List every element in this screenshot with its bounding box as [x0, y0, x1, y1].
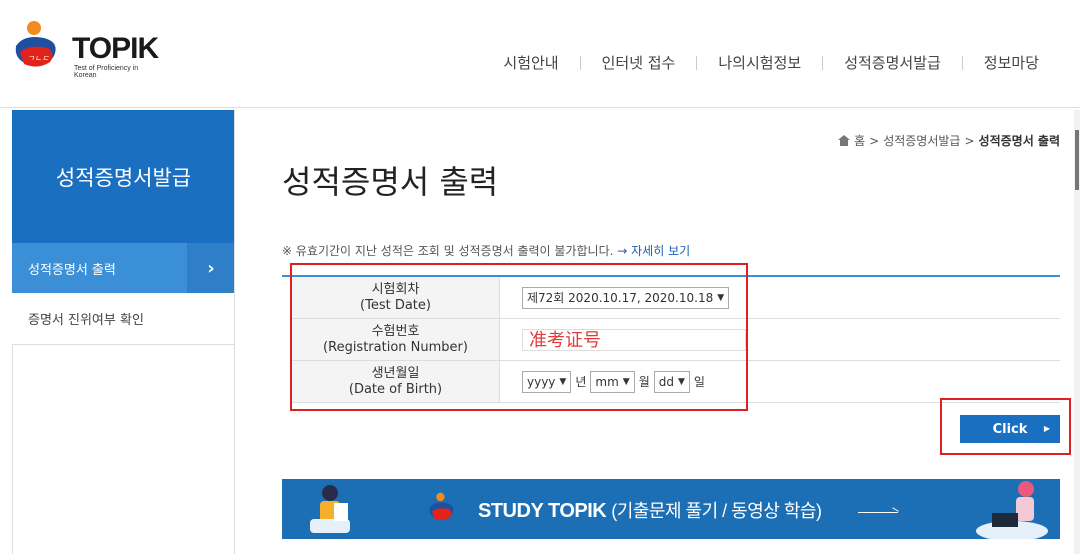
breadcrumb-parent[interactable]: 성적증명서발급 [883, 132, 960, 149]
banner-title-main: STUDY TOPIK [478, 500, 607, 522]
notice-message: ※ 유효기간이 지난 성적은 조회 및 성적증명서 출력이 불가합니다. [282, 244, 614, 258]
sidebar-item-verify-certificate[interactable]: 증명서 진위여부 확인 [12, 293, 235, 345]
nav-item-online-registration[interactable]: 인터넷 접수 [581, 52, 697, 73]
submit-button-label: Click [992, 421, 1028, 437]
submit-button[interactable]: Click ▶ [960, 415, 1060, 443]
topik-emblem-icon: ㄱㄴㄷ [15, 21, 56, 67]
arrow-right-icon [858, 512, 898, 513]
sidebar-item-label: 증명서 진위여부 확인 [28, 313, 144, 328]
nav-item-my-exam-info[interactable]: 나의시험정보 [697, 52, 822, 73]
logo-wordmark: TOPIK [72, 32, 159, 65]
sidebar-title: 성적증명서발급 [12, 110, 235, 243]
more-details-link[interactable]: → 자세히 보기 [617, 244, 690, 258]
breadcrumb-separator: > [964, 133, 975, 148]
nav-item-certificate[interactable]: 성적증명서발급 [823, 52, 962, 73]
sidebar-item-print-certificate[interactable]: 성적증명서 출력 › [12, 243, 235, 293]
main-nav: 시험안내 인터넷 접수 나의시험정보 성적증명서발급 정보마당 [482, 52, 1060, 73]
sidebar-divider [234, 110, 235, 554]
sidebar-item-label: 성적증명서 출력 [28, 262, 116, 278]
nav-item-info-board[interactable]: 정보마당 [963, 52, 1060, 73]
svg-text:ㄱㄴㄷ: ㄱㄴㄷ [27, 54, 50, 63]
scrollbar-thumb[interactable] [1075, 130, 1079, 190]
banner-subtitle: (기출문제 풀기 / 동영상 학습) [611, 501, 822, 521]
study-topik-banner[interactable]: STUDY TOPIK (기출문제 풀기 / 동영상 학습) [282, 479, 1060, 539]
breadcrumb-separator: > [869, 133, 880, 148]
form-highlight-box [290, 263, 748, 411]
chevron-right-icon: › [187, 243, 235, 293]
site-header: ㄱㄴㄷ TOPIK Test of Proficiency in Korean … [0, 0, 1080, 108]
page-title: 성적증명서 출력 [282, 163, 499, 201]
breadcrumb: 홈 > 성적증명서발급 > 성적증명서 출력 [838, 132, 1060, 149]
topik-emblem-icon [429, 492, 454, 521]
topik-logo[interactable]: ㄱㄴㄷ TOPIK Test of Proficiency in Korean [10, 18, 160, 79]
nav-item-exam-info[interactable]: 시험안내 [482, 52, 579, 73]
breadcrumb-home[interactable]: 홈 [854, 132, 865, 149]
home-icon [838, 135, 851, 146]
student-reading-illustration [310, 485, 350, 533]
sidebar-border [12, 345, 13, 554]
breadcrumb-current: 성적증명서 출력 [978, 134, 1060, 148]
play-arrow-icon: ▶ [1043, 424, 1050, 433]
student-laptop-illustration [976, 481, 1048, 539]
notice-text: ※ 유효기간이 지난 성적은 조회 및 성적증명서 출력이 불가합니다. → 자… [282, 242, 690, 259]
banner-title: STUDY TOPIK (기출문제 풀기 / 동영상 학습) [478, 497, 822, 523]
logo-tagline: Test of Proficiency in Korean [74, 65, 139, 79]
